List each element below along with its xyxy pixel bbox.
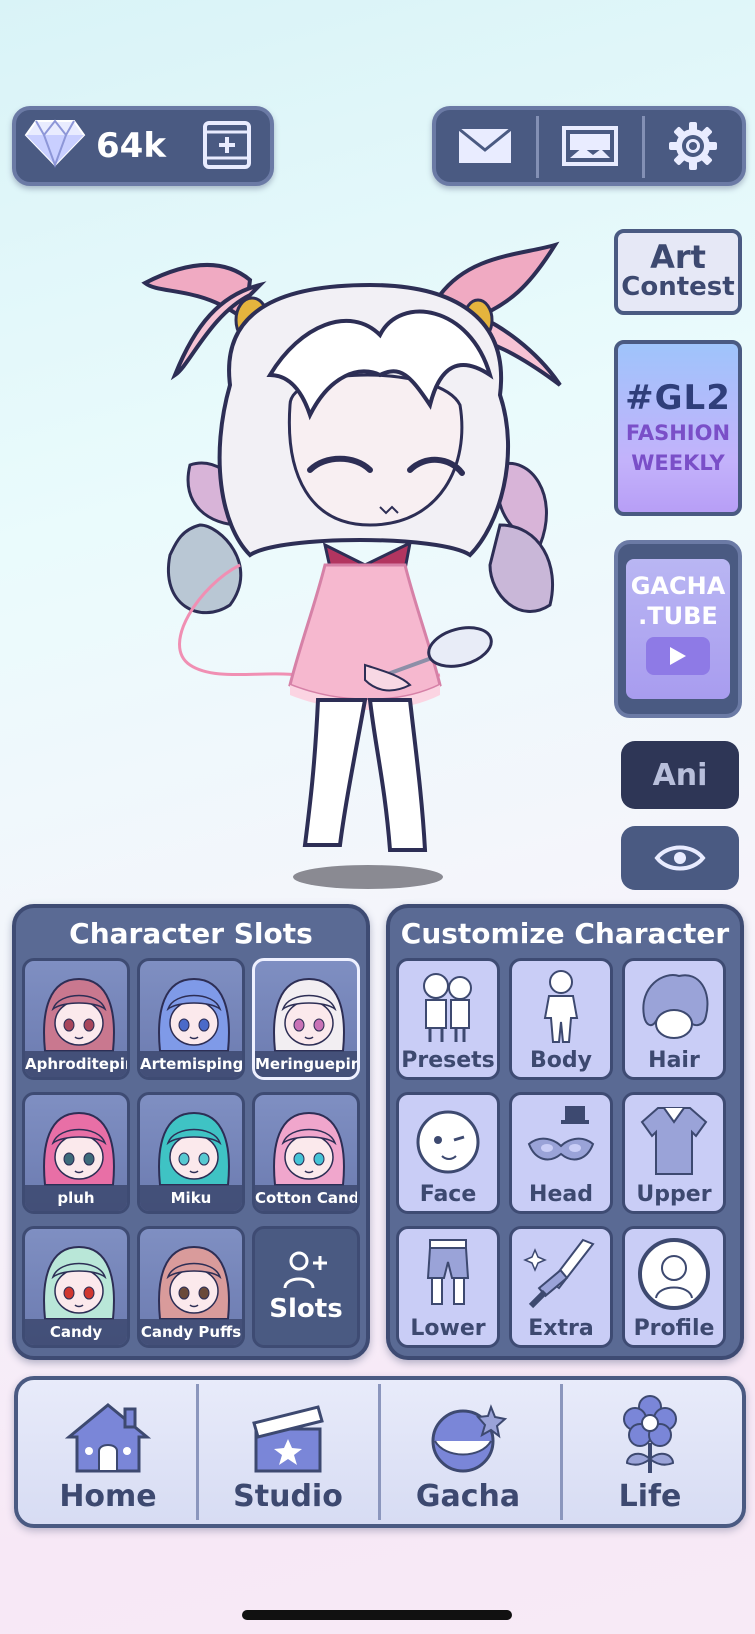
character-portrait [273, 977, 345, 1052]
character-slot-name: Candy Puffs [140, 1319, 242, 1345]
profile-icon [638, 1238, 710, 1310]
character-portrait [43, 977, 115, 1052]
nav-gacha[interactable]: Gacha [378, 1384, 558, 1522]
art-contest-button[interactable]: Art Contest [614, 229, 742, 315]
nav-home[interactable]: Home [18, 1384, 198, 1522]
customize-character-title: Customize Character [400, 916, 730, 950]
add-slot-button[interactable]: Slots [252, 1226, 360, 1348]
character-slot-name: Aphroditeping [25, 1051, 127, 1077]
character-model[interactable] [140, 225, 590, 895]
shorts-icon [426, 1239, 470, 1305]
add-slot-label: Slots [269, 1294, 343, 1324]
ani-button[interactable]: Ani [621, 741, 739, 809]
nav-gacha-label: Gacha [415, 1479, 521, 1514]
character-portrait [43, 1245, 115, 1320]
character-slot[interactable]: Meringueping [252, 958, 360, 1080]
flower-icon [623, 1395, 677, 1473]
add-user-icon [283, 1251, 327, 1289]
gear-icon [669, 122, 717, 170]
gallery-button[interactable] [545, 116, 635, 176]
clapperboard-icon [252, 1405, 324, 1473]
customize-extra[interactable]: Extra [509, 1226, 613, 1348]
art-contest-line2: Contest [621, 272, 735, 302]
play-icon [646, 637, 710, 675]
hair-label: Hair [648, 1048, 700, 1073]
house-icon [65, 1403, 151, 1473]
head-accessory-icon [527, 1106, 595, 1161]
gacha-tube-line1: GACHA [630, 572, 726, 600]
fashion-weekly-button[interactable]: #GL2 FASHION WEEKLY [614, 340, 742, 516]
customize-lower[interactable]: Lower [396, 1226, 500, 1348]
customize-body[interactable]: Body [509, 958, 613, 1080]
profile-label: Profile [633, 1316, 715, 1341]
character-portrait [158, 1111, 230, 1186]
fashion-tag: #GL2 [625, 378, 731, 418]
fashion-line2: FASHION [625, 421, 731, 445]
home-indicator[interactable] [242, 1610, 512, 1620]
character-slot-name: Miku [140, 1185, 242, 1211]
customize-profile[interactable]: Profile [622, 1226, 726, 1348]
gacha-tube-button[interactable]: GACHA .TUBE [614, 540, 742, 718]
lower-label: Lower [410, 1316, 486, 1341]
hair-icon [642, 974, 709, 1039]
eye-icon [654, 845, 706, 871]
diamond-icon [24, 119, 86, 168]
presets-icon [423, 973, 472, 1042]
face-icon [416, 1110, 480, 1174]
character-portrait [43, 1111, 115, 1186]
character-slot-name: Meringueping [255, 1051, 357, 1077]
character-slot-name: Cotton Candy [255, 1185, 357, 1211]
head-label: Head [529, 1182, 593, 1207]
character-portrait [273, 1111, 345, 1186]
nav-studio-label: Studio [233, 1479, 343, 1514]
gacha-tube-line2: .TUBE [638, 602, 718, 630]
character-slot[interactable]: pluh [22, 1092, 130, 1214]
customize-presets[interactable]: Presets [396, 958, 500, 1080]
character-slot-name: Artemisping [140, 1051, 242, 1077]
character-slot[interactable]: Aphroditeping [22, 958, 130, 1080]
character-slot-name: pluh [25, 1185, 127, 1211]
character-slot[interactable]: Cotton Candy [252, 1092, 360, 1214]
mail-button[interactable] [440, 116, 530, 176]
mail-icon [458, 127, 512, 163]
nav-life[interactable]: Life [560, 1384, 740, 1522]
fashion-line3: WEEKLY [631, 451, 725, 475]
currency-amount: 64k [96, 126, 166, 166]
extra-label: Extra [528, 1316, 594, 1341]
sword-icon [523, 1238, 595, 1309]
art-contest-line1: Art [650, 238, 706, 276]
face-label: Face [419, 1182, 477, 1207]
customize-face[interactable]: Face [396, 1092, 500, 1214]
add-currency-icon[interactable] [202, 120, 252, 170]
upper-label: Upper [636, 1182, 712, 1207]
character-portrait [158, 1245, 230, 1320]
nav-studio[interactable]: Studio [198, 1384, 378, 1522]
gacha-ball-icon [431, 1404, 508, 1473]
character-slot[interactable]: Miku [137, 1092, 245, 1214]
customize-upper[interactable]: Upper [622, 1092, 726, 1214]
character-slot[interactable]: Artemisping [137, 958, 245, 1080]
nav-home-label: Home [59, 1479, 157, 1514]
shirt-icon [640, 1107, 708, 1175]
character-slot[interactable]: Candy Puffs [137, 1226, 245, 1348]
visibility-button[interactable] [621, 826, 739, 890]
presets-label: Presets [401, 1048, 495, 1073]
customize-head[interactable]: Head [509, 1092, 613, 1214]
character-slots-title: Character Slots [69, 916, 313, 950]
gacha-tube-screen: GACHA .TUBE [626, 559, 730, 699]
character-portrait [158, 977, 230, 1052]
nav-life-label: Life [618, 1479, 682, 1514]
body-icon [543, 970, 579, 1043]
character-slot[interactable]: Candy [22, 1226, 130, 1348]
settings-button[interactable] [648, 116, 738, 176]
customize-hair[interactable]: Hair [622, 958, 726, 1080]
character-slot-name: Candy [25, 1319, 127, 1345]
body-label: Body [530, 1048, 592, 1073]
image-icon [562, 126, 618, 166]
